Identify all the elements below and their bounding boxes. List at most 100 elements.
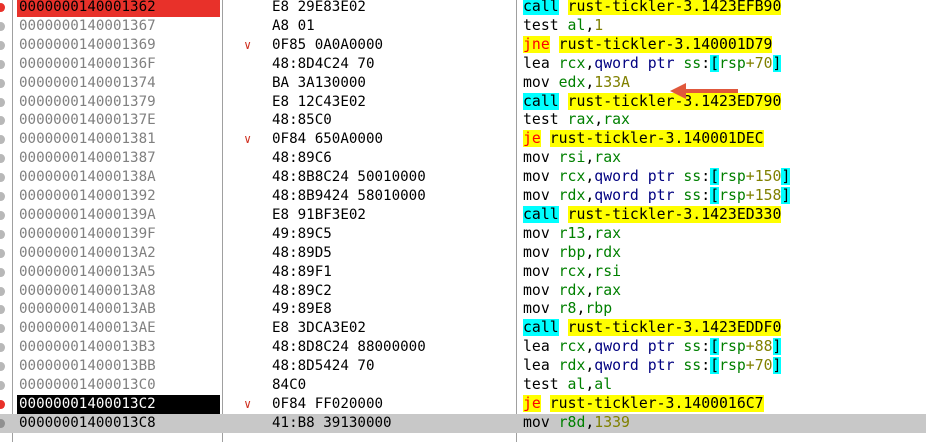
instruction-address[interactable]: 0000000140001379 [17, 93, 220, 112]
instruction-address[interactable]: 00000001400013A8 [17, 282, 220, 301]
instruction-text: mov rbp,rdx [523, 244, 621, 263]
instruction-address[interactable]: 000000014000138A [17, 168, 220, 187]
instruction-row[interactable]: 000000014000139A E8 91BF3E02 call rust-tic… [0, 205, 926, 225]
breakpoint-dot-icon[interactable] [0, 324, 5, 334]
instruction-address[interactable]: 0000000140001381 [17, 130, 220, 149]
instruction-token [559, 93, 568, 110]
breakpoint-dot-icon[interactable] [0, 399, 5, 409]
breakpoint-dot-icon[interactable] [0, 381, 5, 390]
breakpoint-dot-icon[interactable] [0, 305, 5, 315]
instruction-row[interactable]: 0000000140001379 E8 12C43E02 call rust-tic… [0, 92, 926, 112]
instruction-token: test [523, 16, 568, 34]
breakpoint-dot-icon[interactable] [0, 135, 5, 145]
instruction-token: , [585, 357, 595, 375]
breakpoint-dot-icon[interactable] [0, 154, 5, 164]
instruction-row[interactable]: 0000000140001362 E8 29E83E02 call rust-tic… [0, 0, 926, 17]
instruction-row[interactable]: 0000000140001369 ∨ 0F85 0A0A0000 jne rust-t… [0, 35, 926, 55]
instruction-address[interactable]: 000000014000139F [17, 225, 220, 244]
instruction-address[interactable]: 0000000140001367 [17, 17, 220, 36]
instruction-address[interactable]: 000000014000139A [17, 206, 220, 225]
instruction-row[interactable]: 00000001400013AE E8 3DCA3E02 call rust-tic… [0, 319, 926, 338]
instruction-token [559, 0, 568, 15]
instruction-text: mov r13,rax [523, 225, 621, 244]
instruction-text: lea rcx,qword ptr ss:[rsp+88] [523, 338, 782, 357]
instruction-token: , [585, 281, 595, 299]
instruction-address[interactable]: 000000014000136F [17, 55, 220, 74]
breakpoint-dot-icon[interactable] [0, 3, 5, 12]
disassembly-view[interactable]: 0000000140001362 E8 29E83E02 call rust-tic… [0, 0, 926, 442]
instruction-text: mov r8d,1339 [523, 414, 630, 433]
instruction-token: rust-tickler-3.1423EFB90 [567, 0, 782, 15]
breakpoint-dot-icon[interactable] [0, 59, 5, 69]
instruction-row[interactable]: 00000001400013C2 ∨ 0F84 FF020000 je rust-ti… [0, 394, 926, 414]
instruction-text: lea rcx,qword ptr ss:[rsp+70] [523, 54, 782, 74]
instruction-token: test [523, 376, 568, 393]
instruction-address[interactable]: 00000001400013AE [17, 319, 220, 338]
instruction-token: rdx [594, 243, 622, 261]
instruction-address[interactable]: 0000000140001362 [17, 0, 220, 17]
instruction-address[interactable]: 00000001400013BB [17, 357, 220, 376]
instruction-address[interactable]: 00000001400013B3 [17, 338, 220, 357]
instruction-row[interactable]: 00000001400013A5 48:89F1 mov rcx,rsi [0, 263, 926, 282]
breakpoint-dot-icon[interactable] [0, 418, 5, 428]
instruction-address[interactable]: 0000000140001369 [17, 36, 220, 55]
breakpoint-dot-icon[interactable] [0, 173, 5, 183]
instruction-row[interactable]: 0000000140001367 A8 01 test al,1 [0, 17, 926, 36]
instruction-token: r8d [558, 413, 586, 431]
breakpoint-dot-icon[interactable] [0, 21, 5, 31]
instruction-token: [ [710, 168, 720, 186]
breakpoint-dot-icon[interactable] [0, 116, 5, 126]
instruction-token: mov [523, 300, 559, 318]
instruction-row[interactable]: 00000001400013AB 49:89E8 mov r8,rbp [0, 300, 926, 319]
instruction-address[interactable]: 00000001400013C0 [17, 376, 220, 395]
instruction-address[interactable]: 0000000140001374 [17, 74, 220, 93]
breakpoint-dot-icon[interactable] [0, 267, 5, 277]
instruction-token: lea [523, 357, 559, 375]
instruction-row[interactable]: 00000001400013BB 48:8D5424 70 lea rdx,qwor… [0, 357, 926, 376]
instruction-token: rcx [558, 54, 586, 72]
instruction-address[interactable]: 0000000140001392 [17, 187, 220, 206]
instruction-token: mov [523, 168, 559, 186]
instruction-row[interactable]: 000000014000136F 48:8D4C24 70 lea rcx,qwor… [0, 54, 926, 74]
instruction-row[interactable]: 0000000140001374 BA 3A130000 mov edx,133A [0, 74, 926, 93]
instruction-row[interactable]: 0000000140001381 ∨ 0F84 650A0000 je rust-ti… [0, 130, 926, 149]
breakpoint-dot-icon[interactable] [0, 40, 5, 50]
breakpoint-dot-icon[interactable] [0, 343, 5, 353]
breakpoint-dot-icon[interactable] [0, 286, 5, 296]
jump-marker-chevron-icon: ∨ [244, 396, 252, 411]
instruction-token: ss [683, 54, 702, 72]
instruction-token: , [594, 111, 604, 129]
instruction-token: +158 [745, 187, 782, 204]
instruction-text: mov rdx,rax [523, 282, 621, 301]
instruction-token: qword ptr [594, 54, 684, 72]
instruction-row[interactable]: 00000001400013A2 48:89D5 mov rbp,rdx [0, 244, 926, 263]
breakpoint-dot-icon[interactable] [0, 78, 5, 88]
breakpoint-dot-icon[interactable] [0, 210, 5, 220]
breakpoint-dot-icon[interactable] [0, 97, 5, 107]
instruction-address[interactable]: 00000001400013C2 [17, 394, 220, 414]
instruction-address[interactable]: 00000001400013C8 [17, 414, 220, 433]
instruction-row[interactable]: 000000014000139F 49:89C5 mov r13,rax [0, 225, 926, 244]
current-instruction-row[interactable]: 00000001400013C8 41:B8 39130000 mov r8d,13… [0, 413, 926, 433]
instruction-token: 1 [594, 16, 604, 34]
breakpoint-dot-icon[interactable] [0, 362, 5, 372]
instruction-row[interactable]: 0000000140001392 48:8B9424 58010000 mov rd… [0, 187, 926, 206]
instruction-token: rcx [558, 168, 586, 186]
instruction-row[interactable]: 00000001400013C0 84C0 test al,al [0, 376, 926, 395]
instruction-address[interactable]: 0000000140001387 [17, 149, 220, 168]
instruction-address[interactable]: 00000001400013A2 [17, 244, 220, 263]
instruction-row[interactable]: 00000001400013A8 48:89C2 mov rdx,rax [0, 282, 926, 301]
breakpoint-dot-icon[interactable] [0, 229, 5, 239]
instruction-row[interactable]: 000000014000138A 48:8B8C24 50010000 mov rc… [0, 168, 926, 187]
instruction-address[interactable]: 000000014000137E [17, 111, 220, 130]
instruction-address[interactable]: 00000001400013AB [17, 300, 220, 319]
instruction-address[interactable]: 00000001400013A5 [17, 263, 220, 282]
instruction-row[interactable]: 0000000140001387 48:89C6 mov rsi,rax [0, 149, 926, 168]
instruction-row[interactable]: 00000001400013B3 48:8D8C24 88000000 lea rc… [0, 338, 926, 357]
instruction-row[interactable]: 000000014000137E 48:85C0 test rax,rax [0, 111, 926, 130]
instruction-token: rsp [719, 187, 746, 204]
breakpoint-dot-icon[interactable] [0, 192, 5, 201]
instruction-token: rdx [558, 187, 586, 204]
breakpoint-dot-icon[interactable] [0, 248, 5, 258]
instruction-text: call rust-tickler-3.1423EFB90 [523, 0, 782, 17]
